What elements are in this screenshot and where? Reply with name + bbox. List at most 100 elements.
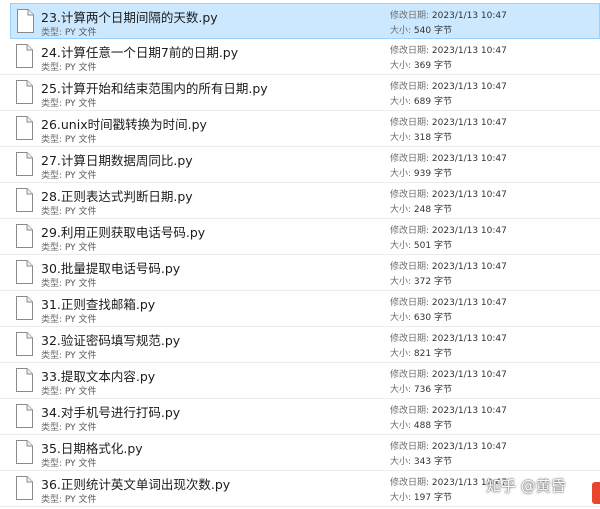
file-list-item-3[interactable]: 25.计算开始和结束范围内的所有日期.py 类型: PY 文件 修改日期: 20…: [0, 75, 600, 111]
file-name: 29.利用正则获取电话号码.py: [41, 225, 206, 240]
file-meta: 修改日期: 2023/1/13 10:47 大小: 736 字节: [390, 368, 507, 398]
file-list-item-7[interactable]: 29.利用正则获取电话号码.py 类型: PY 文件 修改日期: 2023/1/…: [0, 219, 600, 255]
file-list-item-6[interactable]: 28.正则表达式判断日期.py 类型: PY 文件 修改日期: 2023/1/1…: [0, 183, 600, 219]
type-label: 类型:: [41, 279, 63, 289]
type-label: 类型:: [41, 351, 63, 361]
file-type: 类型: PY 文件: [41, 132, 97, 145]
size-value: 501 字节: [413, 241, 452, 251]
modified-value: 2023/1/13 10:47: [431, 406, 507, 416]
modified-value: 2023/1/13 10:47: [431, 262, 507, 272]
size-value: 248 字节: [413, 205, 452, 215]
modified-label: 修改日期:: [390, 190, 430, 200]
size-value: 488 字节: [413, 421, 452, 431]
file-meta: 修改日期: 2023/1/13 10:47 大小: 318 字节: [390, 116, 507, 146]
file-meta: 修改日期: 2023/1/13 10:47 大小: 488 字节: [390, 404, 507, 434]
file-name: 32.验证密码填写规范.py: [41, 333, 181, 348]
size-value: 736 字节: [413, 385, 452, 395]
size-value: 939 字节: [413, 169, 452, 179]
file-name: 28.正则表达式判断日期.py: [41, 189, 193, 204]
file-meta: 修改日期: 2023/1/13 10:47 大小: 501 字节: [390, 224, 507, 254]
file-list: 23.计算两个日期间隔的天数.py 类型: PY 文件 修改日期: 2023/1…: [0, 3, 600, 507]
file-icon: [15, 260, 33, 284]
type-label: 类型:: [41, 495, 63, 505]
file-name: 24.计算任意一个日期7前的日期.py: [41, 45, 239, 60]
file-icon: [15, 476, 33, 500]
file-meta: 修改日期: 2023/1/13 10:47 大小: 540 字节: [390, 9, 507, 39]
modified-value: 2023/1/13 10:47: [431, 11, 507, 21]
type-value: PY 文件: [64, 63, 97, 73]
file-icon: [15, 116, 33, 140]
file-icon: [15, 440, 33, 464]
watermark: 知乎 @黄昏: [486, 477, 566, 495]
file-meta: 修改日期: 2023/1/13 10:47 大小: 248 字节: [390, 188, 507, 218]
modified-value: 2023/1/13 10:47: [431, 82, 507, 92]
file-meta: 修改日期: 2023/1/13 10:47 大小: 372 字节: [390, 260, 507, 290]
size-label: 大小:: [390, 133, 412, 143]
type-label: 类型:: [41, 63, 63, 73]
badge-icon: [592, 482, 600, 504]
modified-label: 修改日期:: [390, 298, 430, 308]
size-label: 大小:: [390, 385, 412, 395]
modified-label: 修改日期:: [390, 406, 430, 416]
size-value: 689 字节: [413, 97, 452, 107]
file-list-item-2[interactable]: 24.计算任意一个日期7前的日期.py 类型: PY 文件 修改日期: 2023…: [0, 39, 600, 75]
file-type: 类型: PY 文件: [41, 492, 97, 505]
file-meta: 修改日期: 2023/1/13 10:47 大小: 689 字节: [390, 80, 507, 110]
type-label: 类型:: [41, 28, 63, 38]
size-label: 大小:: [390, 277, 412, 287]
file-type: 类型: PY 文件: [41, 168, 97, 181]
file-icon: [15, 80, 33, 104]
modified-label: 修改日期:: [390, 370, 430, 380]
type-value: PY 文件: [64, 207, 97, 217]
size-label: 大小:: [390, 457, 412, 467]
file-type: 类型: PY 文件: [41, 456, 97, 469]
file-name: 26.unix时间戳转换为时间.py: [41, 117, 207, 132]
type-label: 类型:: [41, 315, 63, 325]
type-value: PY 文件: [64, 387, 97, 397]
type-value: PY 文件: [64, 28, 97, 38]
file-list-item-10[interactable]: 32.验证密码填写规范.py 类型: PY 文件 修改日期: 2023/1/13…: [0, 327, 600, 363]
file-list-item-13[interactable]: 35.日期格式化.py 类型: PY 文件 修改日期: 2023/1/13 10…: [0, 435, 600, 471]
file-list-item-5[interactable]: 27.计算日期数据周同比.py 类型: PY 文件 修改日期: 2023/1/1…: [0, 147, 600, 183]
file-icon: [15, 404, 33, 428]
type-value: PY 文件: [64, 351, 97, 361]
file-name: 25.计算开始和结束范围内的所有日期.py: [41, 81, 268, 96]
size-label: 大小:: [390, 421, 412, 431]
modified-label: 修改日期:: [390, 82, 430, 92]
type-value: PY 文件: [64, 99, 97, 109]
file-type: 类型: PY 文件: [41, 204, 97, 217]
type-value: PY 文件: [64, 171, 97, 181]
file-meta: 修改日期: 2023/1/13 10:47 大小: 369 字节: [390, 44, 507, 74]
size-value: 540 字节: [413, 26, 452, 36]
file-list-item-11[interactable]: 33.提取文本内容.py 类型: PY 文件 修改日期: 2023/1/13 1…: [0, 363, 600, 399]
file-type: 类型: PY 文件: [41, 60, 97, 73]
file-type: 类型: PY 文件: [41, 348, 97, 361]
file-name: 33.提取文本内容.py: [41, 369, 156, 384]
modified-value: 2023/1/13 10:47: [431, 190, 507, 200]
size-value: 821 字节: [413, 349, 452, 359]
type-label: 类型:: [41, 99, 63, 109]
type-label: 类型:: [41, 459, 63, 469]
file-list-item-12[interactable]: 34.对手机号进行打码.py 类型: PY 文件 修改日期: 2023/1/13…: [0, 399, 600, 435]
file-icon: [16, 9, 34, 33]
size-label: 大小:: [390, 61, 412, 71]
size-label: 大小:: [390, 349, 412, 359]
size-value: 343 字节: [413, 457, 452, 467]
file-meta: 修改日期: 2023/1/13 10:47 大小: 821 字节: [390, 332, 507, 362]
file-icon: [15, 296, 33, 320]
type-value: PY 文件: [64, 423, 97, 433]
file-name: 31.正则查找邮箱.py: [41, 297, 156, 312]
file-list-item-8[interactable]: 30.批量提取电话号码.py 类型: PY 文件 修改日期: 2023/1/13…: [0, 255, 600, 291]
modified-label: 修改日期:: [390, 478, 430, 488]
file-type: 类型: PY 文件: [41, 420, 97, 433]
file-list-item-9[interactable]: 31.正则查找邮箱.py 类型: PY 文件 修改日期: 2023/1/13 1…: [0, 291, 600, 327]
type-value: PY 文件: [64, 495, 97, 505]
size-label: 大小:: [390, 313, 412, 323]
file-icon: [15, 188, 33, 212]
file-list-item-1[interactable]: 23.计算两个日期间隔的天数.py 类型: PY 文件 修改日期: 2023/1…: [10, 3, 600, 39]
type-label: 类型:: [41, 423, 63, 433]
type-value: PY 文件: [64, 279, 97, 289]
file-type: 类型: PY 文件: [41, 384, 97, 397]
modified-label: 修改日期:: [390, 11, 430, 21]
file-list-item-4[interactable]: 26.unix时间戳转换为时间.py 类型: PY 文件 修改日期: 2023/…: [0, 111, 600, 147]
